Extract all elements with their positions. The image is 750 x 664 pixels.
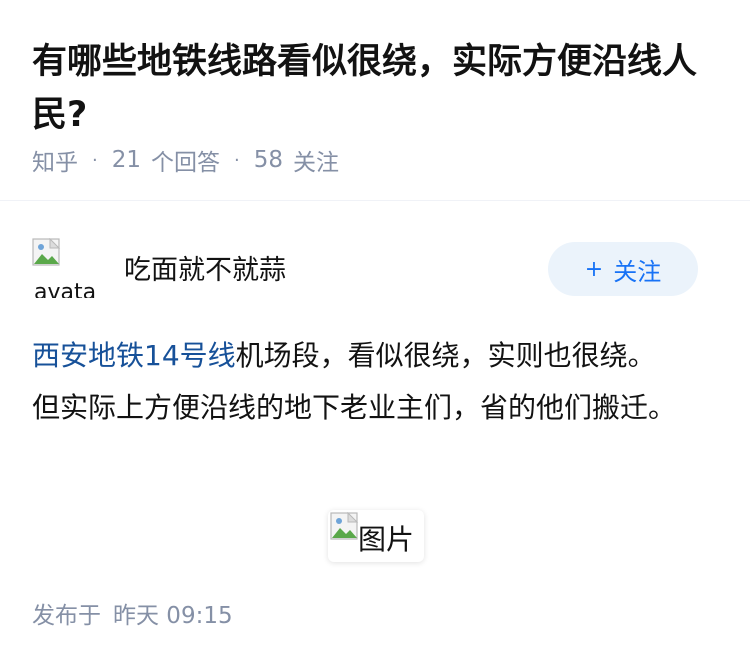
divider bbox=[0, 200, 750, 201]
avatar[interactable]: avatar bbox=[32, 238, 98, 298]
answer-page: 有哪些地铁线路看似很绕，实际方便沿线人民? 知乎 · 21 个回答 · 58 关… bbox=[0, 0, 750, 664]
follow-button-label: 关注 bbox=[613, 257, 662, 286]
answers-count: 21 bbox=[111, 147, 142, 173]
image-alt-text: 图片 bbox=[358, 523, 415, 556]
metro-line-link[interactable]: 西安地铁14号线 bbox=[32, 339, 236, 372]
answer-content: 西安地铁14号线机场段，看似很绕，实则也很绕。但实际上方便沿线的地下老业主们，省… bbox=[32, 330, 712, 434]
source-label[interactable]: 知乎 bbox=[32, 143, 78, 177]
followers-count: 58 bbox=[253, 147, 284, 173]
follow-button[interactable]: + 关注 bbox=[548, 242, 698, 296]
meta-separator: · bbox=[92, 149, 98, 171]
avatar-alt-text: avatar bbox=[34, 280, 98, 298]
publish-info: 发布于 昨天 09:15 bbox=[32, 596, 233, 630]
answer-image[interactable]: 图片 bbox=[328, 510, 424, 562]
question-meta: 知乎 · 21 个回答 · 58 关注 bbox=[32, 143, 339, 177]
published-time: 昨天 09:15 bbox=[113, 603, 233, 629]
question-title[interactable]: 有哪些地铁线路看似很绕，实际方便沿线人民? bbox=[32, 36, 722, 142]
followers-label: 关注 bbox=[293, 150, 340, 176]
author-row: avatar 吃面就不就蒜 + 关注 bbox=[32, 238, 698, 298]
author-name[interactable]: 吃面就不就蒜 bbox=[124, 248, 286, 287]
plus-icon: + bbox=[584, 256, 604, 282]
broken-image-icon bbox=[32, 238, 61, 266]
answers-label[interactable]: 个回答 bbox=[151, 143, 220, 177]
answer-line1-rest: 机场段，看似很绕，实则也很绕。 bbox=[235, 339, 656, 372]
answer-line2: 但实际上方便沿线的地下老业主们，省的他们搬迁。 bbox=[32, 391, 677, 424]
published-label: 发布于 bbox=[32, 603, 101, 629]
meta-separator: · bbox=[234, 149, 240, 171]
broken-image-icon bbox=[330, 512, 359, 540]
